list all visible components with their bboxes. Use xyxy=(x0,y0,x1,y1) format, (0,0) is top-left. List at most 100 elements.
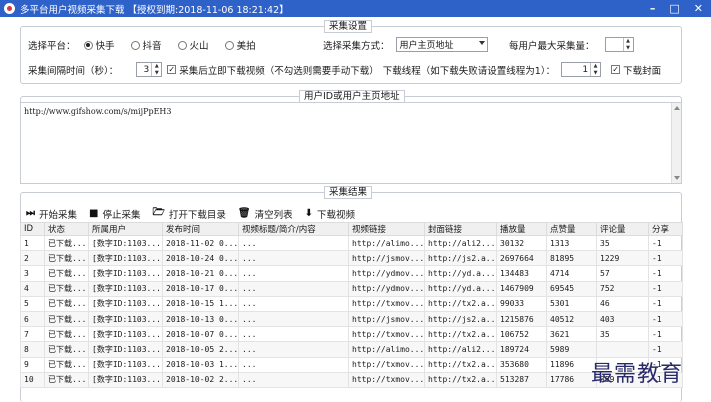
table-cell: [数字ID:1103... xyxy=(88,371,163,388)
table-cell: 134483 xyxy=(496,265,547,282)
max-stepper[interactable]: ▲ ▼ xyxy=(604,37,634,52)
start-button[interactable]: ⏭ 开始采集 xyxy=(26,207,77,221)
settings-legend: 采集设置 xyxy=(324,20,373,33)
column-header[interactable]: 封面链接 xyxy=(424,222,497,236)
table-row[interactable]: 5 已下载... [数字ID:1103... 2018-10-15 1...... ht… xyxy=(20,295,683,312)
table-cell: 已下载... xyxy=(44,295,89,312)
stop-button[interactable]: ■ 停止采集 xyxy=(89,207,140,221)
column-header[interactable]: 点赞量 xyxy=(546,222,597,236)
table-cell: 2018-10-17 0... xyxy=(162,280,239,297)
table-cell: 46 xyxy=(596,295,649,312)
cover-checkbox[interactable]: ✓ 下载封面 xyxy=(611,63,661,77)
column-header[interactable]: 视频链接 xyxy=(348,222,425,236)
table-row[interactable]: 6 已下载... [数字ID:1103... 2018-10-13 0...... ht… xyxy=(20,310,683,328)
column-header[interactable]: 发布时间 xyxy=(162,222,239,236)
url-scrollbar[interactable] xyxy=(671,103,681,183)
table-cell: 5 xyxy=(20,295,45,312)
table-cell: 2018-10-07 0... xyxy=(162,326,239,343)
table-cell: 4 xyxy=(20,280,45,297)
start-icon: ⏭ xyxy=(26,208,35,219)
table-cell: 189724 xyxy=(496,341,547,358)
platform-option-huoshan[interactable]: 火山 xyxy=(177,38,209,52)
column-header[interactable]: 分享 xyxy=(648,222,683,236)
table-cell: http://txmov... xyxy=(348,326,425,343)
platform-option-label: 快手 xyxy=(95,41,115,52)
interval-stepper[interactable]: 3 ▲ ▼ xyxy=(136,62,163,77)
table-row[interactable]: 9 已下载... [数字ID:1103... 2018-10-03 1...... ht… xyxy=(20,356,683,373)
table-cell: 30132 xyxy=(496,234,547,252)
download-button[interactable]: ⬇ 下载视频 xyxy=(305,207,355,221)
table-row[interactable]: 1 已下载... [数字ID:1103... 2018-11-02 0...... ht… xyxy=(20,234,683,252)
table-row[interactable]: 3 已下载... [数字ID:1103... 2018-10-21 0...... ht… xyxy=(20,265,683,282)
auto-download-checkbox[interactable]: ✓ 采集后立即下载视频（不勾选则需要手动下载） xyxy=(167,63,379,77)
threads-label: 下载线程（如下载失败请设置线程为1）： xyxy=(382,65,556,77)
platform-option-kuaishou[interactable]: 快手 xyxy=(83,38,115,52)
platform-option-douyin[interactable]: 抖音 xyxy=(130,38,162,52)
minimize-button[interactable]: – xyxy=(650,2,656,15)
threads-stepper[interactable]: 1 ▲ ▼ xyxy=(561,62,602,77)
table-cell: 353680 xyxy=(496,356,547,373)
column-header[interactable]: ID xyxy=(20,222,45,236)
window-controls: – □ ✕ xyxy=(650,0,703,17)
table-cell: [数字ID:1103... xyxy=(88,326,163,343)
table-row[interactable]: 10 已下载... [数字ID:1103... 2018-10-02 2...... h… xyxy=(20,371,683,388)
interval-label: 采集间隔时间（秒）： xyxy=(28,65,119,77)
column-header[interactable]: 评论量 xyxy=(596,222,649,236)
table-cell: http://ydmov... xyxy=(348,265,425,282)
table-row[interactable]: 4 已下载... [数字ID:1103... 2018-10-17 0...... ht… xyxy=(20,280,683,297)
table-cell: ... xyxy=(238,341,349,358)
table-cell: http://txmov... xyxy=(348,295,425,312)
platform-option-meipai[interactable]: 美拍 xyxy=(224,38,256,52)
radio-icon xyxy=(177,40,187,50)
close-button[interactable]: ✕ xyxy=(694,2,703,15)
table-cell: 403 xyxy=(596,310,649,328)
mode-select[interactable]: 用户主页地址 xyxy=(395,37,488,52)
table-cell: http://tx2.a... xyxy=(424,356,497,373)
table-cell: [数字ID:1103... xyxy=(88,250,163,267)
table-cell: 35 xyxy=(596,326,649,343)
url-textarea[interactable]: http://www.gifshow.com/s/mijPpEH3 xyxy=(20,102,682,184)
table-cell: ... xyxy=(238,371,349,388)
maximize-button[interactable]: □ xyxy=(669,2,679,15)
table-cell: -1 xyxy=(648,265,683,282)
radio-icon-selected xyxy=(83,40,93,50)
column-header[interactable]: 视频标题/简介/内容 xyxy=(238,222,349,236)
column-header[interactable]: 状态 xyxy=(44,222,89,236)
table-cell: 3 xyxy=(20,265,45,282)
table-cell: -1 xyxy=(648,341,683,358)
title-bar: 多平台用户视频采集下载 【授权到期:2018-11-06 18:21:42】 –… xyxy=(0,0,711,17)
scroll-down-icon[interactable] xyxy=(674,176,680,180)
scroll-up-icon[interactable] xyxy=(674,106,680,110)
download-arrow-icon: ⬇ xyxy=(304,208,314,219)
results-table: ID 状态 所属用户 发布时间 视频标题/简介/内容 视频链接 封面链接 播放量… xyxy=(20,222,683,388)
threads-stepper-value: 1 xyxy=(582,64,589,75)
clear-button[interactable]: 🗑 清空列表 xyxy=(238,207,293,221)
stepper-buttons[interactable]: ▲ ▼ xyxy=(151,63,161,76)
app-logo-icon xyxy=(4,3,15,14)
table-cell: 57 xyxy=(596,265,649,282)
table-cell: -1 xyxy=(648,234,683,252)
table-cell: 106752 xyxy=(496,326,547,343)
table-row[interactable]: 8 已下载... [数字ID:1103... 2018-10-05 2...... ht… xyxy=(20,341,683,358)
stepper-buttons[interactable]: ▲ ▼ xyxy=(590,63,600,76)
table-cell: -1 xyxy=(648,295,683,312)
column-header[interactable]: 播放量 xyxy=(496,222,547,236)
table-cell: 9 xyxy=(20,356,45,373)
max-label: 每用户最大采集量： xyxy=(509,40,595,52)
column-header[interactable]: 所属用户 xyxy=(88,222,163,236)
table-row[interactable]: 2 已下载... [数字ID:1103... 2018-10-24 0...... ht… xyxy=(20,250,683,267)
stepper-buttons[interactable]: ▲ ▼ xyxy=(622,38,633,51)
table-cell: 35 xyxy=(596,234,649,252)
download-label: 下载视频 xyxy=(317,209,356,221)
table-cell: 17786 xyxy=(546,371,597,388)
table-cell: http://ydmov... xyxy=(348,280,425,297)
table-cell: -1 xyxy=(648,326,683,343)
table-cell: 7 xyxy=(20,326,45,343)
start-label: 开始采集 xyxy=(39,209,78,221)
window-title: 多平台用户视频采集下载 【授权到期:2018-11-06 18:21:42】 xyxy=(20,4,289,16)
table-cell: 40512 xyxy=(546,310,597,328)
table-cell: http://js2.a... xyxy=(424,310,497,328)
table-row[interactable]: 7 已下载... [数字ID:1103... 2018-10-07 0...... ht… xyxy=(20,326,683,343)
open-dir-button[interactable]: 🗁 打开下载目录 xyxy=(152,205,225,222)
table-cell: 已下载... xyxy=(44,371,89,388)
